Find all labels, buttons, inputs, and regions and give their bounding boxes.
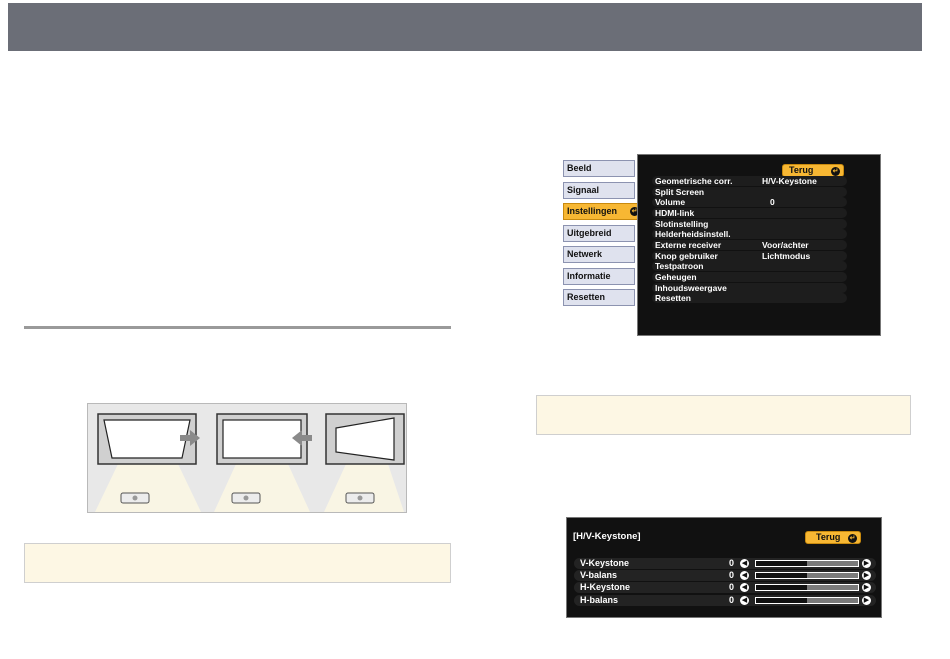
menu-item-label: Knop gebruiker: [655, 251, 718, 261]
slider-track[interactable]: [755, 572, 859, 579]
tab-netwerk[interactable]: Netwerk: [563, 246, 635, 263]
menu-item-slotinstelling[interactable]: Slotinstelling: [652, 219, 847, 229]
return-icon: ↵: [831, 167, 840, 176]
slider-fill: [756, 598, 807, 603]
tab-label: Signaal: [567, 185, 600, 195]
keystone-row-h-keystone[interactable]: H-Keystone 0 ◀ ▶: [574, 582, 876, 593]
menu-item-testpatroon[interactable]: Testpatroon: [652, 261, 847, 271]
note-box-left: [24, 543, 451, 583]
osd-menu: Beeld Signaal Instellingen ↵ Uitgebreid N…: [563, 154, 881, 336]
menu-item-geometrische-corr[interactable]: Geometrische corr. H/V-Keystone: [652, 176, 847, 186]
menu-item-value: H/V-Keystone: [762, 176, 817, 186]
menu-item-label: Geheugen: [655, 272, 697, 282]
keystone-row-label: H-balans: [580, 595, 619, 605]
tab-informatie[interactable]: Informatie: [563, 268, 635, 285]
tab-label: Netwerk: [567, 249, 603, 259]
keystone-row-value: 0: [729, 595, 735, 605]
menu-item-inhoudsweergave[interactable]: Inhoudsweergave: [652, 283, 847, 293]
keystone-illustration: [87, 403, 407, 513]
tab-label: Instellingen: [567, 206, 618, 216]
tab-label: Uitgebreid: [567, 228, 612, 238]
menu-item-label: Externe receiver: [655, 240, 722, 250]
projector-icon: [120, 492, 150, 504]
menu-item-geheugen[interactable]: Geheugen: [652, 272, 847, 282]
tab-resetten[interactable]: Resetten: [563, 289, 635, 306]
section-divider: [24, 326, 451, 329]
right-arrow-icon[interactable]: ▶: [862, 583, 871, 592]
keystone-row-label: V-Keystone: [580, 558, 630, 568]
terug-label: Terug: [816, 532, 841, 542]
keystone-row-value: 0: [729, 558, 735, 568]
menu-item-helderheidsinstell[interactable]: Helderheidsinstell.: [652, 229, 847, 239]
keystone-row-label: H-Keystone: [580, 582, 631, 592]
left-arrow-icon[interactable]: ◀: [740, 583, 749, 592]
menu-item-value: Voor/achter: [762, 240, 809, 250]
keystone-panel-title: [H/V-Keystone]: [573, 531, 641, 542]
slider-track[interactable]: [755, 597, 859, 604]
keystone-row-value: 0: [729, 570, 735, 580]
keystone-row-h-balans[interactable]: H-balans 0 ◀ ▶: [574, 595, 876, 606]
header-bar: [8, 3, 922, 51]
terug-button[interactable]: Terug ↵: [805, 531, 861, 544]
right-arrow-icon[interactable]: ▶: [862, 559, 871, 568]
menu-item-volume[interactable]: Volume 0: [652, 197, 847, 207]
return-icon: ↵: [848, 534, 857, 543]
slider-fill: [756, 573, 807, 578]
menu-item-split-screen[interactable]: Split Screen: [652, 187, 847, 197]
tab-label: Informatie: [567, 271, 611, 281]
menu-item-value: 0: [770, 197, 775, 207]
left-arrow-icon[interactable]: ◀: [740, 559, 749, 568]
osd-settings-panel: Terug ↵ Geometrische corr. H/V-Keystone S…: [637, 154, 881, 336]
slider-fill: [756, 585, 807, 590]
keystone-row-v-balans[interactable]: V-balans 0 ◀ ▶: [574, 570, 876, 581]
menu-item-label: Resetten: [655, 293, 691, 303]
right-arrow-icon[interactable]: ▶: [862, 571, 871, 580]
tab-signaal[interactable]: Signaal: [563, 182, 635, 199]
projector-right-group: [324, 413, 405, 512]
menu-item-label: Testpatroon: [655, 261, 704, 271]
menu-item-label: Slotinstelling: [655, 219, 709, 229]
slider-track[interactable]: [755, 584, 859, 591]
menu-item-label: Geometrische corr.: [655, 176, 733, 186]
menu-item-externe-receiver[interactable]: Externe receiver Voor/achter: [652, 240, 847, 250]
menu-item-label: Helderheidsinstell.: [655, 229, 731, 239]
keystone-panel: [H/V-Keystone] Terug ↵ V-Keystone 0 ◀ ▶ …: [566, 517, 882, 618]
menu-item-value: Lichtmodus: [762, 251, 811, 261]
right-arrow-icon[interactable]: ▶: [862, 596, 871, 605]
left-arrow-icon[interactable]: ◀: [740, 596, 749, 605]
projector-left-group: [95, 413, 201, 512]
tab-uitgebreid[interactable]: Uitgebreid: [563, 225, 635, 242]
menu-item-label: Split Screen: [655, 187, 705, 197]
projector-middle-group: [214, 413, 310, 512]
menu-item-resetten[interactable]: Resetten: [652, 293, 847, 303]
keystone-row-value: 0: [729, 582, 735, 592]
tab-instellingen[interactable]: Instellingen ↵: [563, 203, 645, 220]
keystone-row-v-keystone[interactable]: V-Keystone 0 ◀ ▶: [574, 558, 876, 569]
menu-item-label: HDMI-link: [655, 208, 695, 218]
menu-item-knop-gebruiker[interactable]: Knop gebruiker Lichtmodus: [652, 251, 847, 261]
terug-label: Terug: [789, 165, 814, 175]
note-box-right: [536, 395, 911, 435]
slider-fill: [756, 561, 807, 566]
tab-label: Beeld: [567, 163, 592, 173]
menu-item-label: Volume: [655, 197, 686, 207]
tab-beeld[interactable]: Beeld: [563, 160, 635, 177]
keystone-row-label: V-balans: [580, 570, 618, 580]
left-arrow-icon[interactable]: ◀: [740, 571, 749, 580]
slider-track[interactable]: [755, 560, 859, 567]
tab-label: Resetten: [567, 292, 606, 302]
menu-item-hdmi-link[interactable]: HDMI-link: [652, 208, 847, 218]
menu-item-label: Inhoudsweergave: [655, 283, 727, 293]
